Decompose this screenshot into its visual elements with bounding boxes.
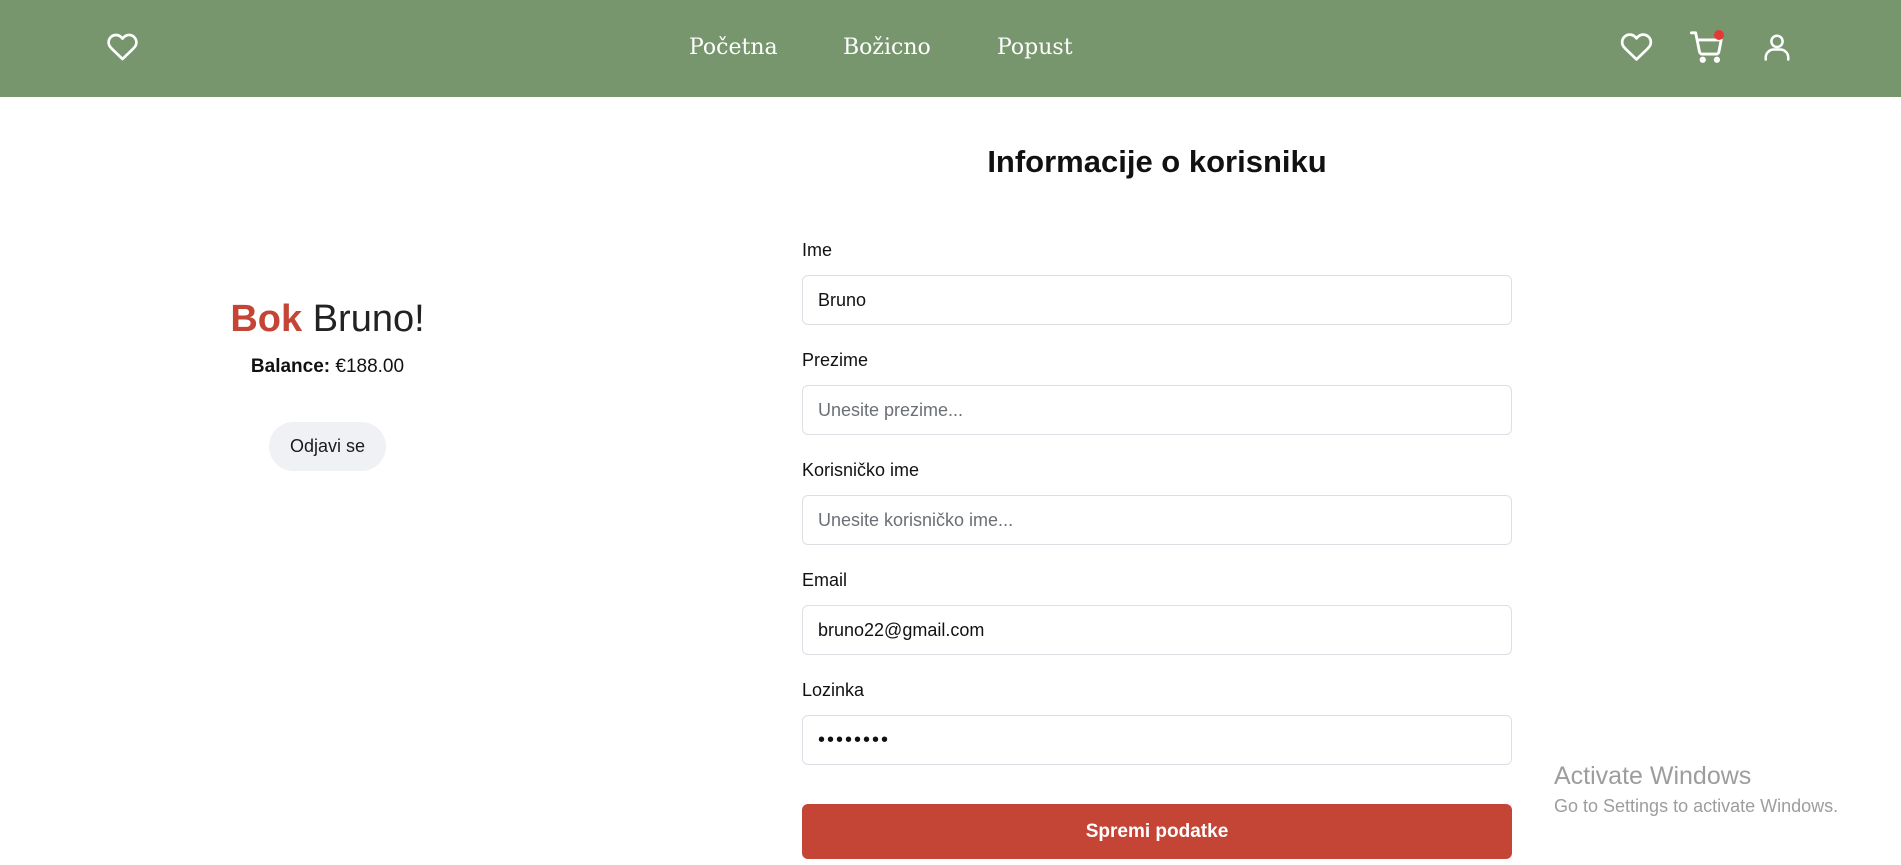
greeting: Bok Bruno! [0,295,655,343]
first-name-input[interactable] [802,275,1512,325]
last-name-input[interactable] [802,385,1512,435]
top-navigation-bar: Početna Božicno Popust [0,0,1901,97]
save-button[interactable]: Spremi podatke [802,804,1512,859]
balance-label: Balance: [250,356,331,377]
activate-windows-title: Activate Windows [1554,762,1752,790]
balance: Balance: €188.00 [0,354,655,380]
wishlist-heart-icon[interactable] [1620,30,1653,64]
email-input[interactable] [802,605,1512,655]
nav-link-popust[interactable]: Popust [997,30,1073,66]
main-nav: Početna Božicno Popust [0,30,1901,66]
username-label: Korisničko ime [802,460,920,480]
password-label: Lozinka [802,680,865,700]
password-input[interactable] [802,715,1512,765]
email-label: Email [802,570,848,590]
form-title: Informacije o korisniku [987,144,1327,179]
cart-badge-dot [1714,30,1724,40]
activate-windows-subtitle: Go to Settings to activate Windows. [1554,796,1839,816]
balance-value: €188.00 [335,356,405,377]
first-name-label: Ime [802,240,833,260]
page: Početna Božicno Popust Bok Bruno! Balanc… [0,0,1901,865]
greeting-word: Bok [230,298,303,340]
nav-link-pocetna[interactable]: Početna [689,30,778,66]
last-name-label: Prezime [802,350,869,370]
logout-button[interactable]: Odjavi se [269,422,386,471]
greeting-user-name: Bruno! [312,298,425,340]
nav-link-bozicno[interactable]: Božicno [843,30,931,66]
username-input[interactable] [802,495,1512,545]
user-icon[interactable] [1762,30,1792,64]
